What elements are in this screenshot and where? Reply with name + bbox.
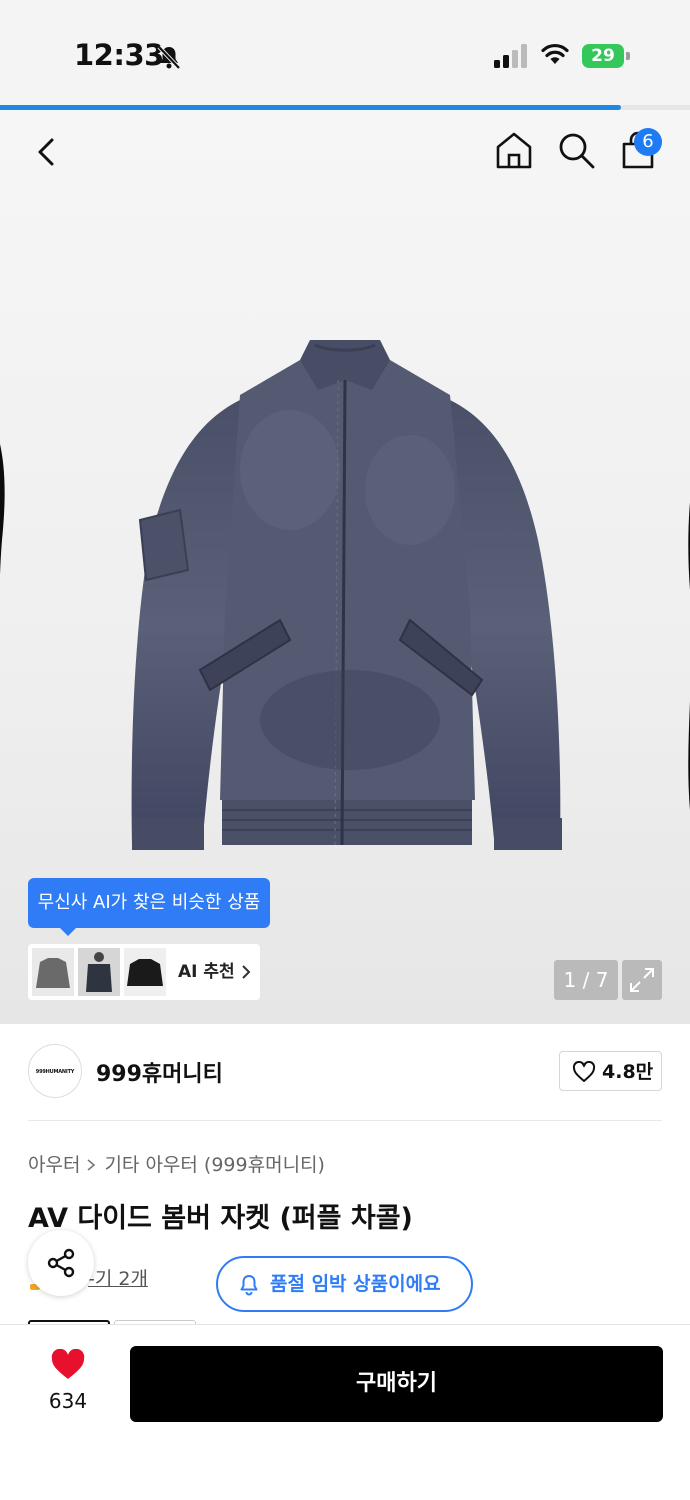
search-icon[interactable] (556, 130, 596, 170)
home-icon[interactable] (494, 130, 534, 170)
image-page-counter: 1 / 7 (554, 960, 618, 1000)
share-button[interactable] (28, 1230, 94, 1296)
bell-icon (240, 1275, 258, 1296)
next-image-edge (688, 502, 690, 810)
buy-button[interactable]: 구매하기 (130, 1346, 663, 1422)
review-link[interactable]: -기 2개 (88, 1264, 148, 1291)
battery-cap (626, 52, 630, 60)
battery-indicator: 29 (582, 44, 630, 68)
status-bar: 12:33 29 (0, 0, 690, 108)
battery-level: 29 (582, 44, 624, 68)
soldout-notice-text: 품절 임박 상품이에요 (270, 1273, 441, 1295)
breadcrumb-category[interactable]: 아우터 (28, 1154, 80, 1176)
bottom-purchase-bar: 634 구매하기 (0, 1324, 690, 1500)
wifi-icon (541, 43, 569, 64)
product-title: AV 다이드 봄버 자켓 (퍼플 차콜) (28, 1203, 413, 1234)
chevron-right-icon (242, 965, 251, 979)
expand-button[interactable] (622, 960, 662, 1000)
signal-icon (494, 44, 527, 68)
expand-icon (630, 968, 654, 992)
bell-off-icon (157, 45, 181, 70)
breadcrumb: 아우터 기타 아우터 (999휴머니티) (28, 1150, 325, 1177)
wishlist-count: 634 (48, 1389, 88, 1413)
wishlist-button[interactable]: 634 (30, 1345, 106, 1425)
product-gallery[interactable]: 6 무신사 AI가 찾은 비슷한 상품 AI 추천 1 / 7 (0, 110, 690, 1024)
brand-like-count: 4.8만 (602, 1061, 654, 1083)
brand-logo[interactable]: 999HUMANITY (28, 1044, 82, 1098)
status-time: 12:33 (74, 38, 164, 72)
brand-name[interactable]: 999휴머니티 (96, 1056, 223, 1088)
prev-image-edge (0, 443, 5, 576)
ai-thumb-2[interactable] (78, 948, 120, 996)
cart-count-badge: 6 (634, 128, 662, 156)
share-icon (47, 1248, 75, 1278)
breadcrumb-subcategory[interactable]: 기타 아우터 (999휴머니티) (104, 1154, 325, 1176)
section-divider (28, 1120, 662, 1121)
brand-like-button[interactable]: 4.8만 (559, 1051, 662, 1091)
ai-recommend-label[interactable]: AI 추천 (178, 944, 235, 1000)
soldout-notice-pill[interactable]: 품절 임박 상품이에요 (216, 1256, 473, 1312)
chevron-right-icon (87, 1159, 96, 1171)
ai-recommend-strip[interactable]: AI 추천 (28, 944, 260, 1000)
heart-outline-icon (572, 1061, 596, 1082)
ai-thumb-1[interactable] (32, 948, 74, 996)
ai-similar-tooltip[interactable]: 무신사 AI가 찾은 비슷한 상품 (28, 878, 270, 928)
ai-thumb-3[interactable] (124, 948, 166, 996)
heart-filled-icon (51, 1349, 85, 1379)
product-image (131, 340, 562, 850)
back-icon[interactable] (28, 132, 68, 172)
ai-tooltip-tail (60, 928, 76, 936)
